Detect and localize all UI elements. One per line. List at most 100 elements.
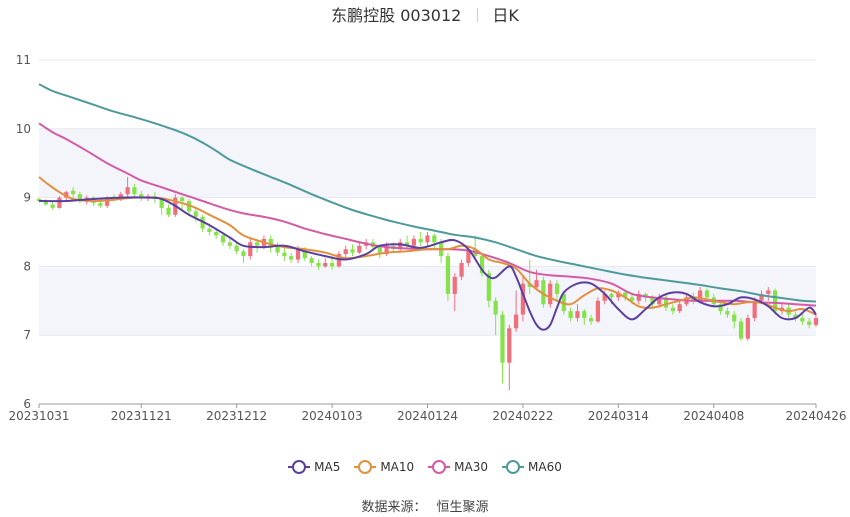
candle-body: [725, 311, 730, 315]
legend-marker-icon: [502, 460, 525, 474]
candle-body: [513, 314, 519, 329]
candle: [507, 324, 512, 391]
candle-body: [166, 207, 171, 215]
grid-band: [39, 128, 816, 198]
candle: [248, 238, 253, 260]
legend-marker-icon: [354, 460, 377, 474]
candle: [595, 297, 601, 323]
y-tick-label: 10: [16, 122, 31, 136]
candle: [445, 252, 451, 301]
legend-label: MA60: [528, 460, 562, 474]
candle-body: [500, 314, 505, 363]
candle-body: [507, 328, 512, 363]
x-tick-label: 20240408: [683, 409, 744, 423]
x-tick-label: 20240314: [588, 409, 649, 423]
candle-body: [575, 311, 580, 318]
x-tick-label: 20240426: [785, 409, 846, 423]
candle-body: [234, 245, 239, 252]
y-axis: 67891011: [16, 53, 31, 411]
candle-body: [534, 280, 539, 288]
legend-label: MA10: [380, 460, 415, 474]
candle-body: [98, 203, 103, 206]
candle-body: [227, 242, 232, 246]
source-name: 恒生聚源: [436, 500, 489, 515]
candle-body: [411, 238, 416, 246]
candle: [357, 242, 362, 255]
candle: [398, 238, 403, 253]
candle-body: [425, 235, 430, 243]
candle: [241, 249, 246, 263]
candle-body: [548, 283, 553, 305]
data-source: 数据来源： 恒生聚源: [0, 496, 850, 515]
legend-item-ma30[interactable]: MA30: [428, 460, 488, 474]
candle-body: [214, 232, 219, 236]
y-tick-label: 7: [23, 328, 31, 342]
legend-item-ma60[interactable]: MA60: [502, 460, 562, 474]
x-tick-label: 20240222: [492, 409, 553, 423]
candle-body: [254, 242, 260, 246]
candle-body: [329, 262, 335, 267]
candle-body: [813, 318, 819, 325]
candle-body: [295, 249, 301, 260]
candle: [57, 196, 62, 209]
candle-body: [350, 249, 355, 253]
candle-body: [50, 204, 55, 208]
candle-body: [459, 262, 464, 277]
legend-item-ma5[interactable]: MA5: [288, 460, 340, 474]
legend-marker-icon: [288, 460, 311, 474]
x-tick-label: 20240124: [397, 409, 458, 423]
candle: [289, 252, 294, 263]
candle-body: [316, 262, 321, 267]
candle-body: [418, 238, 423, 243]
candle-body: [493, 300, 498, 315]
candle-body: [343, 249, 348, 255]
candle-body: [752, 300, 757, 318]
candle-body: [220, 235, 226, 243]
candle: [548, 280, 553, 308]
candle-body: [568, 311, 573, 318]
candle-body: [193, 211, 198, 217]
x-axis: 20231031 20231121 20231212 20240103 20240124…: [8, 403, 847, 423]
legend-marker-icon: [428, 460, 451, 474]
candle-body: [554, 283, 560, 294]
candle-body: [125, 187, 130, 195]
candle: [432, 233, 437, 250]
legend-label: MA5: [314, 460, 341, 474]
candle: [418, 232, 423, 246]
legend-label: MA30: [454, 460, 489, 474]
candle: [227, 238, 232, 250]
candle: [309, 256, 314, 267]
candle: [500, 311, 505, 384]
candle-body: [732, 314, 737, 322]
candle: [404, 235, 410, 250]
candle: [282, 247, 287, 261]
candle-body: [588, 318, 594, 322]
candle-body: [452, 276, 457, 294]
candle-body: [445, 256, 451, 294]
candle-body: [180, 197, 185, 202]
candle-body: [766, 290, 771, 294]
candle-body: [582, 311, 587, 318]
candle: [745, 314, 750, 341]
x-tick-label: 20240103: [302, 409, 363, 423]
candle: [350, 244, 355, 257]
candle: [323, 258, 328, 268]
source-label: 数据来源：: [361, 500, 427, 515]
candle-body: [432, 235, 437, 243]
candle: [43, 198, 48, 206]
x-tick-label: 20231031: [8, 409, 69, 423]
candle-body: [677, 304, 682, 312]
candle-body: [595, 300, 601, 322]
x-tick-label: 20231121: [111, 409, 172, 423]
legend-item-ma10[interactable]: MA10: [354, 460, 414, 474]
candle: [275, 242, 280, 257]
candle: [166, 204, 171, 217]
candle-body: [357, 245, 362, 253]
candle-body: [248, 242, 253, 257]
candle-body: [609, 293, 614, 298]
candle-body: [309, 258, 314, 263]
candle-body: [57, 197, 62, 208]
candle-body: [289, 256, 294, 260]
candle-body: [738, 321, 744, 339]
candle-body: [800, 318, 805, 322]
